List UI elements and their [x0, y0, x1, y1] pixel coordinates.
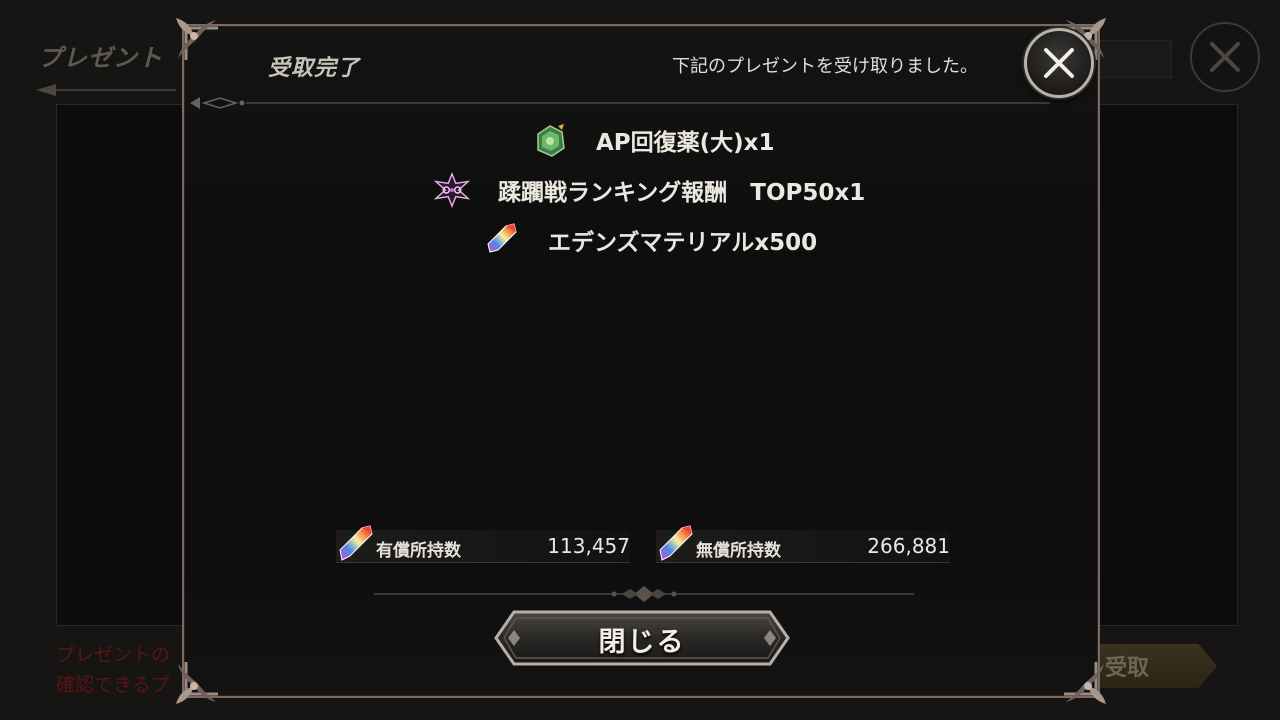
background-footer-line1: プレゼントの: [56, 644, 171, 666]
paid-currency-label: 有償所持数: [376, 541, 461, 561]
purple-emblem-icon: [434, 171, 470, 209]
dialog-title: 受取完了: [268, 56, 361, 81]
green-potion-icon: [532, 122, 568, 158]
free-currency-value: 266,881: [867, 534, 950, 558]
paid-currency-box: 有償所持数 113,457: [336, 525, 630, 563]
background-footer-line2: 確認できるプ: [56, 674, 170, 696]
background-close-button: [1190, 22, 1260, 92]
free-currency-box: 無償所持数 266,881: [656, 525, 950, 563]
reward-label: AP回復薬(大)x1: [596, 130, 775, 156]
reward-item: エデンズマテリアルx500: [484, 222, 817, 258]
reward-label: エデンズマテリアルx500: [548, 230, 818, 256]
corner-ornament-icon: [1064, 662, 1106, 704]
close-icon: [1044, 48, 1074, 78]
close-button-label: 閉じる: [598, 627, 686, 658]
reward-item: AP回復薬(大)x1: [532, 122, 775, 158]
free-currency-label: 無償所持数: [696, 541, 781, 561]
corner-ornament-icon: [176, 662, 218, 704]
paid-crystal-icon: [339, 525, 373, 561]
reward-label: 蹂躙戦ランキング報酬 TOP50x1: [498, 180, 866, 206]
paid-currency-value: 113,457: [547, 534, 630, 558]
background-receive-label: 受取: [1104, 656, 1149, 681]
footer-divider: [374, 586, 914, 602]
background-title: プレゼント: [38, 44, 163, 72]
dialog-message: 下記のプレゼントを受け取りました。: [672, 56, 978, 77]
receive-complete-dialog: 受取完了 下記のプレゼントを受け取りました。 AP回復薬(大)x1 蹂躙戦ランキ…: [176, 18, 1106, 704]
header-divider: [190, 97, 1050, 109]
corner-ornament-icon: [176, 18, 218, 60]
background-title-underline: [36, 84, 176, 96]
reward-item: 蹂躙戦ランキング報酬 TOP50x1: [434, 171, 866, 209]
dialog-close-button[interactable]: [1024, 28, 1094, 98]
free-crystal-icon: [659, 525, 693, 561]
background-close-icon: [1210, 42, 1240, 72]
close-button[interactable]: 閉じる: [494, 610, 790, 666]
rainbow-crystal-icon: [484, 222, 520, 258]
